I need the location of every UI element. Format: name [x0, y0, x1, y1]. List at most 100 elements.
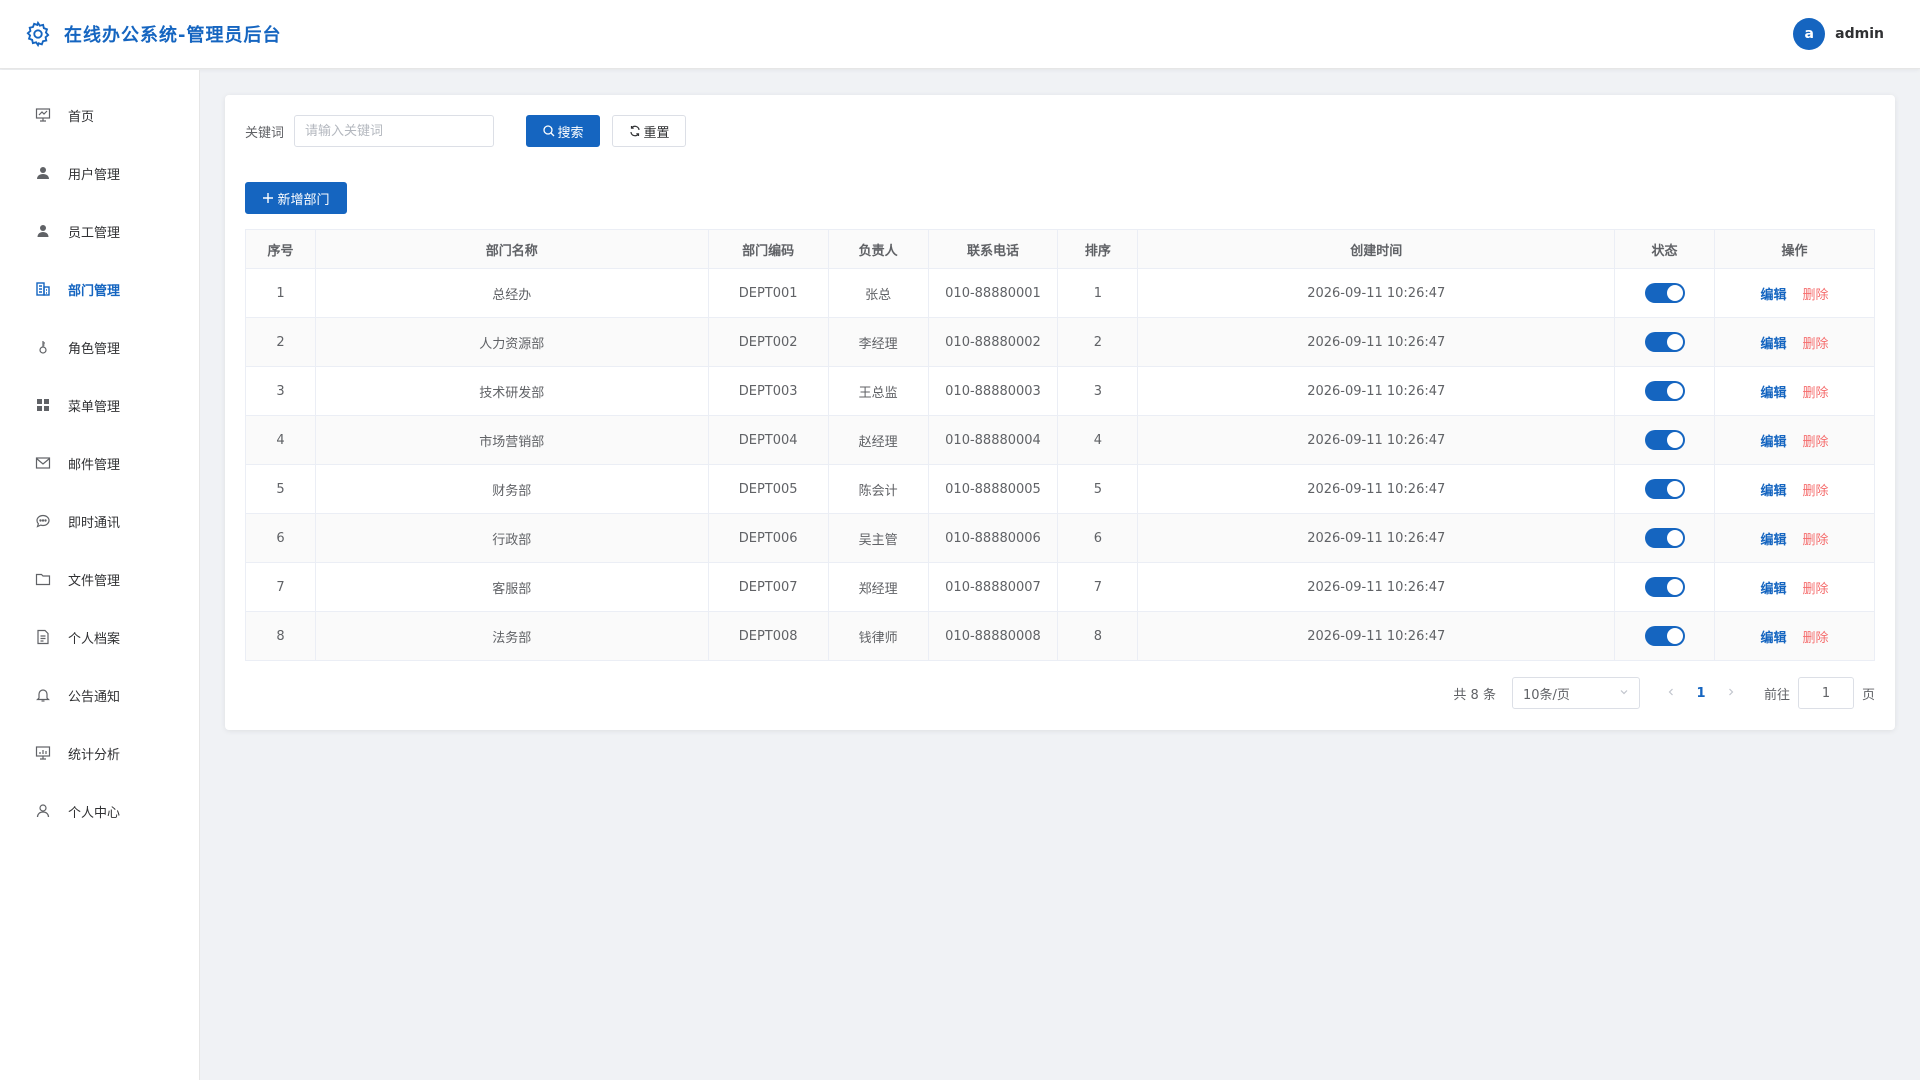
prev-page-button[interactable] — [1656, 686, 1686, 701]
status-toggle[interactable] — [1644, 332, 1685, 352]
bell-icon — [34, 686, 52, 704]
cell-phone: 010-88880005 — [927, 464, 1059, 514]
status-toggle[interactable] — [1644, 381, 1685, 401]
avatar[interactable]: a — [1793, 18, 1826, 50]
cell-status — [1614, 268, 1716, 318]
sidebar: 首页 用户管理 员工管理 部门管理 角色管理 菜单管理 邮件管理 即时通讯 文件… — [0, 70, 200, 1080]
cell-phone: 010-88880003 — [927, 366, 1059, 416]
cell-actions: 编辑 删除 — [1714, 562, 1875, 612]
sidebar-item-statistics[interactable]: 统计分析 — [0, 724, 199, 782]
office-building-icon — [34, 280, 52, 298]
cell-code: DEPT003 — [707, 366, 829, 416]
edit-button[interactable]: 编辑 — [1761, 631, 1787, 646]
cell-name: 法务部 — [314, 611, 709, 661]
toggle-knob — [1666, 285, 1683, 301]
delete-button[interactable]: 删除 — [1803, 484, 1829, 499]
sidebar-item-personal-center[interactable]: 个人中心 — [0, 782, 199, 840]
sidebar-item-home[interactable]: 首页 — [0, 86, 199, 144]
col-header-actions: 操作 — [1714, 229, 1875, 269]
col-header-name: 部门名称 — [314, 229, 709, 269]
table-row: 7 客服部 DEPT007 郑经理 010-88880007 7 2026-09-11 10… — [245, 562, 1875, 612]
content-card: 关键词 搜索 重置 新增部门 序号 部门名称 部门编码 负责人 — [225, 95, 1895, 730]
page-number-current[interactable]: 1 — [1686, 686, 1716, 701]
cell-manager: 李经理 — [827, 317, 929, 367]
sidebar-item-label: 统计分析 — [68, 747, 121, 763]
cell-status — [1614, 317, 1716, 367]
sidebar-item-users[interactable]: 用户管理 — [0, 144, 199, 202]
col-header-phone: 联系电话 — [927, 229, 1059, 269]
delete-button[interactable]: 删除 — [1803, 631, 1829, 646]
cell-phone: 010-88880007 — [927, 562, 1059, 612]
user-outline-icon — [34, 802, 52, 820]
edit-button[interactable]: 编辑 — [1761, 533, 1787, 548]
cell-status — [1614, 464, 1716, 514]
edit-button[interactable]: 编辑 — [1761, 288, 1787, 303]
delete-button[interactable]: 删除 — [1803, 337, 1829, 352]
col-header-manager: 负责人 — [827, 229, 929, 269]
status-toggle[interactable] — [1644, 479, 1685, 499]
delete-button[interactable]: 删除 — [1803, 288, 1829, 303]
cell-status — [1614, 415, 1716, 465]
pagination-total: 共 8 条 — [1453, 687, 1496, 703]
sidebar-item-departments[interactable]: 部门管理 — [0, 260, 199, 318]
cell-created: 2026-09-11 10:26:47 — [1137, 611, 1616, 661]
edit-button[interactable]: 编辑 — [1761, 582, 1787, 597]
sidebar-item-notices[interactable]: 公告通知 — [0, 666, 199, 724]
delete-button[interactable]: 删除 — [1803, 582, 1829, 597]
sidebar-item-files[interactable]: 文件管理 — [0, 550, 199, 608]
cell-no: 2 — [245, 317, 316, 367]
status-toggle[interactable] — [1644, 430, 1685, 450]
cell-manager: 赵经理 — [827, 415, 929, 465]
sidebar-item-roles[interactable]: 角色管理 — [0, 318, 199, 376]
reset-button[interactable]: 重置 — [612, 115, 687, 147]
cell-actions: 编辑 删除 — [1714, 513, 1875, 563]
cell-sort: 5 — [1057, 464, 1139, 514]
status-toggle[interactable] — [1644, 626, 1685, 646]
delete-button[interactable]: 删除 — [1803, 386, 1829, 401]
delete-button[interactable]: 删除 — [1803, 533, 1829, 548]
sidebar-item-label: 首页 — [68, 109, 95, 125]
cell-created: 2026-09-11 10:26:47 — [1137, 513, 1616, 563]
table-row: 6 行政部 DEPT006 吴主管 010-88880006 6 2026-09-11 10… — [245, 513, 1875, 563]
page-size-select[interactable]: 10条/页 — [1511, 677, 1640, 709]
cell-created: 2026-09-11 10:26:47 — [1137, 268, 1616, 318]
sidebar-item-chat[interactable]: 即时通讯 — [0, 492, 199, 550]
sidebar-item-mail[interactable]: 邮件管理 — [0, 434, 199, 492]
keyword-label: 关键词 — [245, 125, 285, 141]
sidebar-item-employees[interactable]: 员工管理 — [0, 202, 199, 260]
chevron-down-icon — [1619, 686, 1629, 701]
cell-phone: 010-88880001 — [927, 268, 1059, 318]
status-toggle[interactable] — [1644, 577, 1685, 597]
edit-button[interactable]: 编辑 — [1761, 337, 1787, 352]
keyword-input[interactable] — [294, 115, 495, 147]
add-department-button[interactable]: 新增部门 — [245, 182, 347, 214]
toggle-knob — [1666, 628, 1683, 644]
next-page-button[interactable] — [1716, 686, 1746, 701]
status-toggle[interactable] — [1644, 528, 1685, 548]
edit-button[interactable]: 编辑 — [1761, 435, 1787, 450]
delete-button[interactable]: 删除 — [1803, 435, 1829, 450]
cell-sort: 2 — [1057, 317, 1139, 367]
reset-button-label: 重置 — [643, 125, 670, 141]
sidebar-item-menus[interactable]: 菜单管理 — [0, 376, 199, 434]
search-button-label: 搜索 — [557, 125, 584, 141]
cell-created: 2026-09-11 10:26:47 — [1137, 415, 1616, 465]
search-button[interactable]: 搜索 — [526, 115, 601, 147]
gear-icon — [24, 20, 52, 48]
table-row: 8 法务部 DEPT008 钱律师 010-88880008 8 2026-09-11 10… — [245, 611, 1875, 661]
table-row: 4 市场营销部 DEPT004 赵经理 010-88880004 4 2026-09-11 … — [245, 415, 1875, 465]
cell-name: 客服部 — [314, 562, 709, 612]
goto-page-input[interactable] — [1797, 677, 1854, 709]
status-toggle[interactable] — [1644, 283, 1685, 303]
edit-button[interactable]: 编辑 — [1761, 386, 1787, 401]
sidebar-item-profile-archive[interactable]: 个人档案 — [0, 608, 199, 666]
table-row: 3 技术研发部 DEPT003 王总监 010-88880003 3 2026-09-11 … — [245, 366, 1875, 416]
cell-created: 2026-09-11 10:26:47 — [1137, 366, 1616, 416]
cell-no: 5 — [245, 464, 316, 514]
user-menu[interactable]: a admin — [1793, 18, 1884, 50]
cell-manager: 张总 — [827, 268, 929, 318]
username[interactable]: admin — [1835, 26, 1884, 42]
document-icon — [34, 628, 52, 646]
edit-button[interactable]: 编辑 — [1761, 484, 1787, 499]
cell-code: DEPT005 — [707, 464, 829, 514]
